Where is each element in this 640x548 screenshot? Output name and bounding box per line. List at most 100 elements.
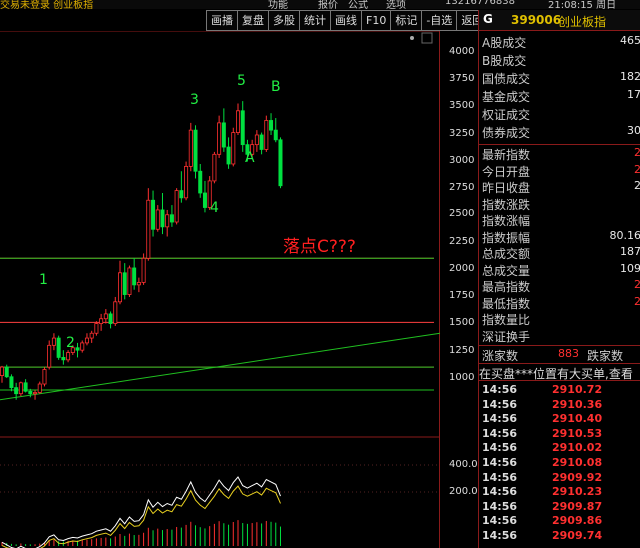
kline-chart-svg[interactable]	[0, 31, 478, 548]
candle-body	[165, 214, 170, 228]
candle-body	[221, 122, 226, 148]
candle-body	[127, 267, 132, 295]
index-stat-row: 指数涨跌	[479, 196, 640, 212]
candle-body	[231, 132, 236, 165]
tick-price: 2910.53	[552, 426, 603, 440]
y-tick-label: 1000	[449, 372, 475, 383]
candle-body	[99, 318, 104, 324]
candle-body	[179, 190, 184, 199]
market-tag: G	[483, 12, 493, 26]
toolbar-button-draw-line[interactable]: 画线	[331, 10, 362, 31]
candle-body	[118, 272, 123, 303]
candle-body	[217, 122, 222, 155]
candle-body	[4, 366, 9, 378]
menu-quote[interactable]: 报价	[318, 0, 338, 9]
tick-row[interactable]: 14:56 2909.86	[479, 514, 640, 528]
tick-price: 2909.87	[552, 499, 603, 513]
index-stat-row: 深证换手	[479, 328, 640, 344]
y-tick-label: 3250	[449, 128, 475, 139]
y-tick-label: 2250	[449, 236, 475, 247]
candle-body	[269, 120, 274, 131]
candle-body	[259, 134, 264, 150]
index-stat-row: 总成交额 187	[479, 245, 640, 261]
wave-label-3: 3	[190, 92, 199, 108]
index-stat-value: 2	[634, 278, 640, 291]
candle-body	[174, 190, 179, 223]
chart-dot-icon	[410, 36, 414, 40]
candle-body	[254, 134, 259, 146]
tick-row[interactable]: 14:56 2910.08	[479, 456, 640, 470]
y-tick-label: 2750	[449, 182, 475, 193]
candle-body	[235, 110, 240, 133]
toolbar-button-watchlist[interactable]: -自选	[422, 10, 458, 31]
stat-label: B股成交	[482, 54, 527, 68]
tick-row[interactable]: 14:56 2909.92	[479, 471, 640, 485]
toolbar-button-broadcast[interactable]: 画播	[206, 10, 238, 31]
toolbar-button-mark[interactable]: 标记	[391, 10, 423, 31]
menu-formula[interactable]: 公式	[348, 0, 368, 9]
tick-row[interactable]: 14:56 2910.53	[479, 427, 640, 441]
candle-body	[23, 382, 28, 392]
candle-body	[146, 199, 151, 259]
wave-label-a: A	[245, 150, 255, 166]
tick-price: 2910.23	[552, 485, 603, 499]
toolbar-button-multi-stock[interactable]: 多股	[269, 10, 300, 31]
candle-body	[151, 199, 156, 230]
clock: 21:08:15 周日	[548, 0, 617, 9]
tick-row[interactable]: 14:56 2910.23	[479, 485, 640, 499]
index-stat-row: 指数量比	[479, 311, 640, 327]
index-stat-label: 最高指数	[482, 280, 531, 294]
candle-body	[169, 214, 174, 223]
y-tick-label: 1750	[449, 290, 475, 301]
candle-body	[212, 153, 217, 182]
tick-time: 14:56	[482, 426, 518, 440]
index-stat-row: 指数振幅 80.16	[479, 229, 640, 245]
tick-row[interactable]: 14:56 2910.72	[479, 383, 640, 397]
up-count-label: 涨家数	[482, 349, 519, 363]
tick-price: 2910.40	[552, 412, 603, 426]
index-stat-row: 昨日收盘 2	[479, 179, 640, 195]
tick-row[interactable]: 14:56 2909.87	[479, 500, 640, 514]
panel-header: G 399006 创业板指	[479, 10, 640, 31]
stat-row: 权证成交	[479, 106, 640, 122]
candle-body	[108, 313, 113, 324]
tick-row[interactable]: 14:56 2910.36	[479, 398, 640, 412]
big-order-alert[interactable]: 在买盘***位置有大买单,查看	[479, 365, 640, 380]
index-stat-label: 指数涨跌	[482, 197, 531, 212]
menu-function[interactable]: 功能	[268, 0, 288, 9]
down-count-label: 跌家数	[587, 349, 624, 363]
toolbar-button-statistics[interactable]: 统计	[300, 10, 331, 31]
tick-time: 14:56	[482, 499, 518, 513]
candle-body	[132, 267, 137, 286]
tick-time: 14:56	[482, 412, 518, 426]
candle-body	[240, 110, 245, 146]
candle-body	[75, 347, 80, 351]
toolbar-button-f10[interactable]: F10	[362, 10, 392, 31]
candle-body	[160, 209, 165, 228]
y-tick-label: 2000	[449, 263, 475, 274]
candle-body	[193, 129, 198, 172]
advance-decline: 涨家数 883 跌家数	[479, 347, 640, 363]
candle-body	[198, 170, 203, 194]
tick-price: 2910.36	[552, 397, 603, 411]
tick-time: 14:56	[482, 397, 518, 411]
toolbar-button-replay[interactable]: 复盘	[238, 10, 269, 31]
index-stat-row: 总成交量 109	[479, 262, 640, 278]
tick-time: 14:56	[482, 383, 518, 396]
indicator-tick-label: 200.0	[449, 486, 478, 497]
tick-row[interactable]: 14:56 2910.02	[479, 441, 640, 455]
candle-body	[155, 209, 160, 230]
index-stat-value: 109	[620, 261, 640, 275]
index-stat-value: 2	[634, 162, 640, 176]
tick-row[interactable]: 14:56 2910.40	[479, 412, 640, 426]
menu-options[interactable]: 选项	[386, 0, 406, 9]
tick-time: 14:56	[482, 441, 518, 455]
stat-label: 权证成交	[482, 108, 531, 122]
kline-chart-area[interactable]	[0, 31, 441, 548]
phone-number: 13216776838	[445, 0, 515, 7]
stat-row: 国债成交 182	[479, 70, 640, 86]
tick-row[interactable]: 14:56 2909.74	[479, 529, 640, 543]
tick-time: 14:56	[482, 456, 518, 469]
y-tick-label: 1500	[449, 317, 475, 328]
stat-row: B股成交	[479, 52, 640, 68]
